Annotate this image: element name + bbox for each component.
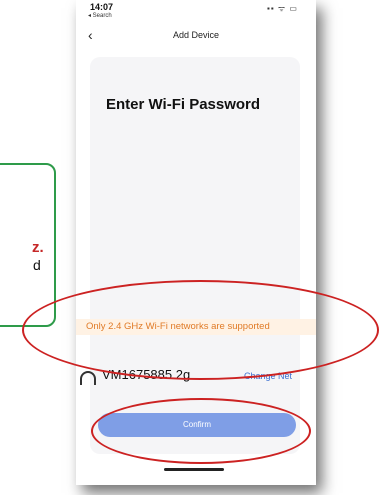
page-title: Add Device [172,30,220,40]
annotation-ellipse-warning [22,280,379,380]
nav-bar: ‹ Add Device [76,24,316,44]
back-to-search-link[interactable]: ◂ Search [88,12,112,19]
home-indicator [164,468,224,471]
wifi-password-card: Enter Wi-Fi Password Only 2.4 GHz Wi-Fi … [76,57,316,454]
status-time: 14:07 [90,2,114,12]
annotation-callout-box: z. d [0,163,56,327]
wifi-icon [80,371,96,385]
annotation-ellipse-confirm [91,398,311,464]
callout-text-line2: d [33,257,41,273]
card-heading: Enter Wi-Fi Password [106,96,261,113]
callout-text-line1: z. [32,239,44,256]
status-icons: ▪▪ ᯤ ▭ [267,4,298,13]
status-bar: 14:07 ◂ Search ▪▪ ᯤ ▭ [76,0,316,19]
